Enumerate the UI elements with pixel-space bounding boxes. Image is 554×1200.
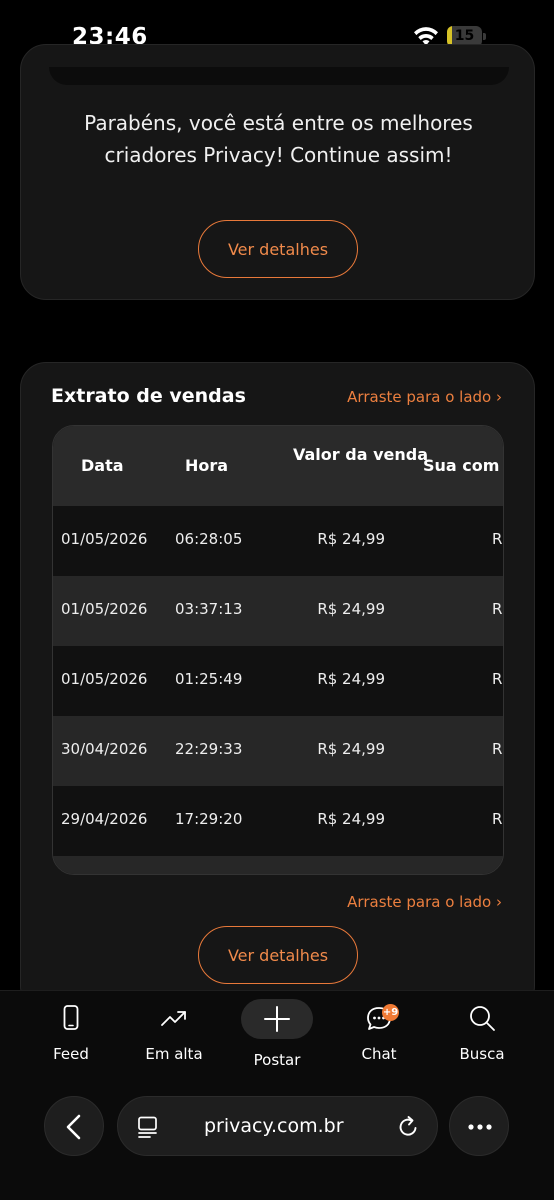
cell-value: R$ 24,99	[317, 810, 385, 828]
nav-item-trending[interactable]: Em alta	[134, 1003, 214, 1063]
cell-time: 17:29:20	[175, 810, 243, 828]
table-row: 01/05/2026 06:28:05 R$ 24,99 R	[53, 506, 503, 576]
nav-label-feed: Feed	[53, 1045, 89, 1063]
plus-icon	[264, 1006, 290, 1032]
cell-commission: R	[492, 670, 503, 688]
url-bar[interactable]: privacy.com.br	[117, 1096, 438, 1156]
view-details-button-top[interactable]: Ver detalhes	[198, 220, 358, 278]
cell-commission: R	[492, 600, 503, 618]
nav-item-post[interactable]: Postar	[237, 999, 317, 1069]
nav-label-chat: Chat	[361, 1045, 397, 1063]
nav-item-search[interactable]: Busca	[442, 1003, 522, 1063]
chat-badge: +9	[382, 1004, 399, 1021]
nav-label-post: Postar	[253, 1051, 301, 1069]
table-row-partial	[53, 856, 503, 874]
page-menu-icon	[138, 1116, 157, 1138]
nav-label-trending: Em alta	[145, 1045, 203, 1063]
view-details-button-sales[interactable]: Ver detalhes	[198, 926, 358, 984]
bottom-navigation: Feed Em alta Postar +9 Chat Busca	[0, 990, 554, 1200]
column-header-value: Valor da venda	[293, 445, 428, 464]
more-dots-icon	[468, 1124, 492, 1130]
table-header: Data Hora Valor da venda Sua com	[53, 426, 503, 506]
cell-date: 29/04/2026	[61, 810, 148, 828]
sales-statement-card: Extrato de vendas Arraste para o lado › …	[20, 362, 535, 1012]
swipe-hint-bottom: Arraste para o lado ›	[347, 893, 502, 911]
cell-date: 01/05/2026	[61, 670, 148, 688]
cell-commission: R	[492, 810, 503, 828]
sales-title: Extrato de vendas	[51, 385, 246, 407]
reload-icon[interactable]	[395, 1114, 421, 1140]
trending-icon	[161, 1011, 186, 1026]
sales-table[interactable]: Data Hora Valor da venda Sua com 01/05/2…	[52, 425, 504, 875]
table-row: 01/05/2026 03:37:13 R$ 24,99 R	[53, 576, 503, 646]
swipe-hint-top: Arraste para o lado ›	[347, 388, 502, 406]
table-row: 01/05/2026 01:25:49 R$ 24,99 R	[53, 646, 503, 716]
table-row: 30/04/2026 22:29:33 R$ 24,99 R	[53, 716, 503, 786]
browser-more-button[interactable]	[449, 1096, 509, 1156]
cell-date: 01/05/2026	[61, 600, 148, 618]
cell-time: 06:28:05	[175, 530, 243, 548]
phone-icon	[63, 1005, 79, 1030]
congrats-message: Parabéns, você está entre os melhores cr…	[84, 111, 473, 167]
highlight-card: Parabéns, você está entre os melhores cr…	[20, 44, 535, 300]
cell-value: R$ 24,99	[317, 670, 385, 688]
search-icon	[470, 1006, 495, 1031]
cell-commission: R	[492, 530, 503, 548]
column-header-time: Hora	[185, 456, 229, 475]
cell-time: 22:29:33	[175, 740, 243, 758]
table-row: 29/04/2026 17:29:20 R$ 24,99 R	[53, 786, 503, 856]
cell-value: R$ 24,99	[317, 600, 385, 618]
cell-time: 01:25:49	[175, 670, 243, 688]
nav-item-chat[interactable]: +9 Chat	[339, 1003, 419, 1063]
chevron-left-icon	[66, 1114, 81, 1140]
browser-back-button[interactable]	[44, 1096, 104, 1156]
nav-item-feed[interactable]: Feed	[31, 1003, 111, 1063]
column-header-date: Data	[81, 456, 124, 475]
url-text: privacy.com.br	[204, 1115, 344, 1137]
cell-time: 03:37:13	[175, 600, 243, 618]
cell-value: R$ 24,99	[317, 740, 385, 758]
inner-panel-edge	[49, 67, 509, 85]
cell-commission: R	[492, 740, 503, 758]
cell-date: 01/05/2026	[61, 530, 148, 548]
post-button-pill	[241, 999, 313, 1039]
column-header-commission: Sua com	[423, 456, 500, 475]
nav-label-search: Busca	[459, 1045, 505, 1063]
cell-value: R$ 24,99	[317, 530, 385, 548]
cell-date: 30/04/2026	[61, 740, 148, 758]
